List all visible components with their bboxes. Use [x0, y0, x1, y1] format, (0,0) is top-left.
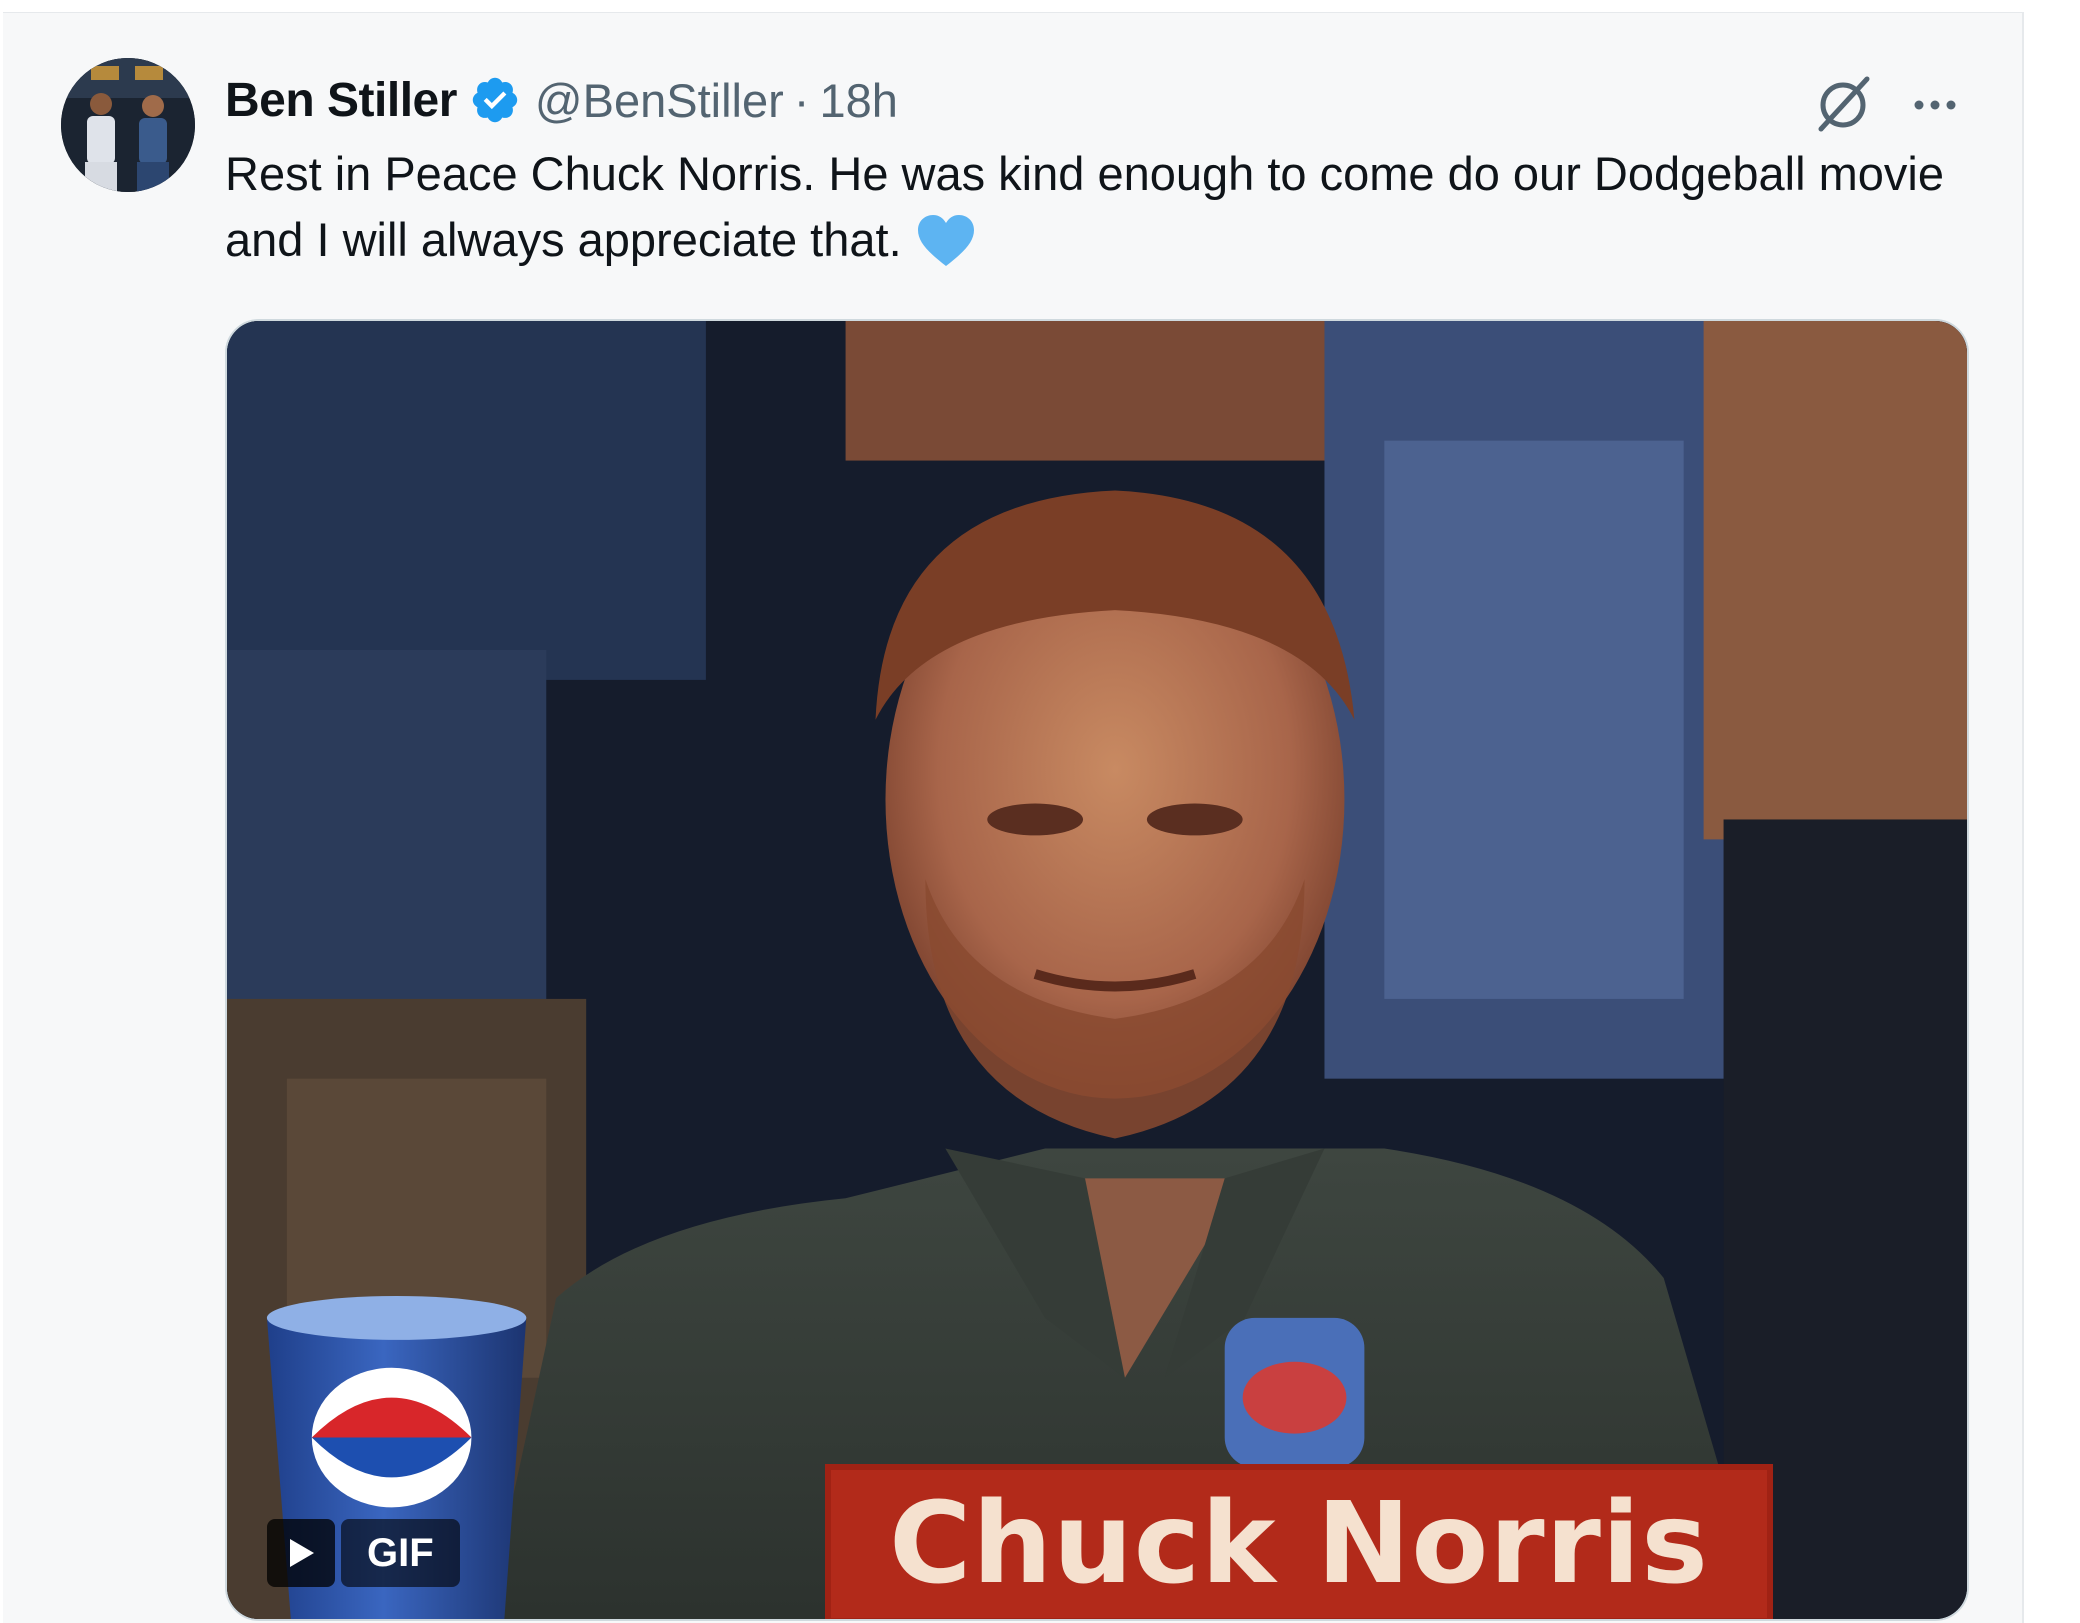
tweet-card[interactable]: Ben Stiller @BenStiller · 18h Rest in Pe…: [3, 12, 2024, 1623]
grok-icon[interactable]: [1813, 71, 1877, 135]
tweet-text: Rest in Peace Chuck Norris. He was kind …: [225, 141, 1985, 273]
blue-heart-icon: [916, 214, 976, 268]
avatar[interactable]: [61, 58, 195, 192]
tweet-body: Rest in Peace Chuck Norris. He was kind …: [225, 147, 1944, 266]
author-display-name[interactable]: Ben Stiller: [225, 73, 457, 128]
gif-frame-image: [227, 321, 1967, 1619]
verified-badge-icon: [469, 74, 521, 126]
screen: Ben Stiller @BenStiller · 18h Rest in Pe…: [0, 0, 2080, 1623]
gif-label: GIF: [341, 1519, 460, 1587]
avatar-image: [61, 58, 195, 192]
gif-caption-sign: Chuck Norris: [825, 1464, 1773, 1619]
more-options-icon[interactable]: [1907, 77, 1963, 133]
play-icon[interactable]: [267, 1519, 335, 1587]
tweet-header: Ben Stiller @BenStiller · 18h: [225, 65, 898, 135]
gif-media[interactable]: Chuck Norris GIF: [225, 319, 1969, 1621]
tweet-timestamp[interactable]: 18h: [819, 73, 897, 128]
gif-badge[interactable]: GIF: [267, 1519, 460, 1587]
header-separator: ·: [793, 73, 810, 127]
author-handle[interactable]: @BenStiller: [535, 73, 784, 128]
